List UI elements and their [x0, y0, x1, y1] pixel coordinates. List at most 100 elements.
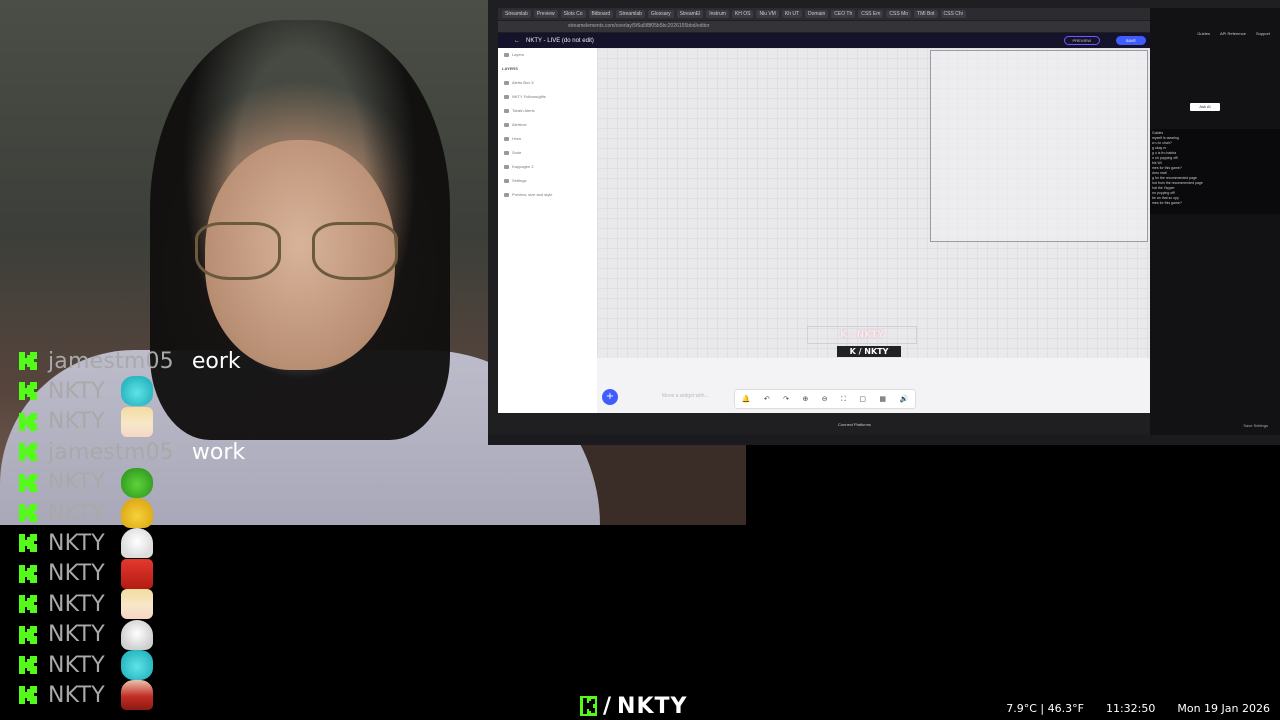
- yellow-bird-emote-icon: [120, 498, 153, 528]
- fullscreen-icon[interactable]: ▢: [859, 395, 866, 403]
- browser-tab[interactable]: Domain: [805, 10, 829, 18]
- browser-tab[interactable]: CSS Em: [858, 10, 884, 18]
- browser-tab[interactable]: Slots Co: [560, 10, 586, 18]
- layer-item[interactable]: Kappagen 2: [498, 160, 597, 174]
- layer-list: Alerts Box 5 NKTY Follows/gifts Totalin Al…: [498, 76, 597, 202]
- logo-widget[interactable]: K / NKTY: [837, 346, 901, 357]
- layer-item[interactable]: Preview, size and style: [498, 188, 597, 202]
- blonde-anime-emote-icon: [120, 406, 153, 437]
- browser-tab[interactable]: Streamlab: [616, 10, 645, 18]
- browser-tab[interactable]: Streamlab: [502, 10, 531, 18]
- kick-badge-icon: [14, 377, 42, 405]
- chat-message: NKTY: [0, 558, 153, 589]
- chat-message: NKTY: [0, 650, 153, 680]
- save-button[interactable]: SAVE: [1115, 36, 1146, 45]
- browser-tab[interactable]: Preview: [533, 10, 558, 18]
- layer-item[interactable]: Alerts Box 5: [498, 76, 597, 90]
- chat-message: NKTY: [0, 528, 153, 559]
- nav-support[interactable]: Support: [1256, 31, 1270, 36]
- docs-nav: Guides API Reference Support: [1197, 31, 1270, 36]
- widget-frame[interactable]: [930, 50, 1148, 242]
- layer-item[interactable]: Alertbox: [498, 118, 597, 132]
- kick-badge-icon: [14, 529, 42, 557]
- browser-tab[interactable]: CSS Chi: [940, 10, 966, 18]
- chat-username: NKTY: [48, 591, 105, 617]
- kick-badge-icon: [14, 621, 42, 649]
- browser-tab[interactable]: CEO Th: [831, 10, 856, 18]
- logo-name: NKTY: [617, 693, 688, 719]
- channel-logo: / NKTY: [580, 692, 687, 720]
- chat-username: jamestm05: [48, 439, 174, 465]
- blonde-anime-emote-icon: [120, 589, 153, 620]
- zoom-out-icon[interactable]: ⊖: [822, 395, 828, 403]
- overlay-title: NKTY - LIVE (do not edit): [526, 37, 594, 44]
- browser-tab[interactable]: KH OS: [731, 10, 754, 18]
- glasses-left-lens: [195, 222, 281, 280]
- browser-tab[interactable]: Kh UT: [781, 10, 803, 18]
- glasses-right-lens: [312, 222, 398, 280]
- chat-message: NKTY: [0, 406, 153, 437]
- zoom-in-icon[interactable]: ⊕: [802, 395, 808, 403]
- date-readout: Mon 19 Jan 2026: [1177, 702, 1270, 715]
- chat-username: NKTY: [48, 622, 105, 648]
- grid-icon[interactable]: ▦: [879, 395, 886, 403]
- address-bar[interactable]: streamelements.com/overlay/5f6a5f8f05b5b…: [498, 21, 1160, 32]
- browser-tab[interactable]: Instrum: [706, 10, 729, 18]
- ask-ai-button[interactable]: Ask AI: [1190, 103, 1220, 111]
- layer-item[interactable]: Hrsw: [498, 132, 597, 146]
- connect-platforms-link[interactable]: Connect Platforms: [838, 422, 898, 427]
- browser-tab[interactable]: TMI Bot: [914, 10, 938, 18]
- docs-chat-list: Guides myself is wearing w u kr chair? g…: [1150, 129, 1280, 214]
- cyan-cat-emote-icon: [120, 376, 153, 407]
- time-readout: 11:32:50: [1105, 702, 1156, 715]
- nav-api-reference[interactable]: API Reference: [1220, 31, 1246, 36]
- layer-item[interactable]: Totalin Alerts: [498, 104, 597, 118]
- layer-item[interactable]: NKTY Follows/gifts: [498, 90, 597, 104]
- cyan-cat-emote-icon: [120, 650, 153, 680]
- layers-header: Layers: [498, 48, 597, 62]
- overlay-canvas[interactable]: K / NKTY K / NKTY: [597, 48, 1150, 358]
- red-figure-emote-icon: [120, 680, 153, 711]
- layer-item[interactable]: Sode: [498, 146, 597, 160]
- chat-message: NKTY: [0, 498, 153, 528]
- undo-icon[interactable]: ↶: [764, 395, 770, 403]
- chat-text: eork: [191, 348, 241, 374]
- editor-hint: Move a widget with...: [662, 393, 709, 399]
- chat-username: NKTY: [48, 378, 105, 404]
- white-ghost-emote-icon: [120, 528, 153, 559]
- chat-username: jamestm05: [48, 348, 174, 374]
- browser-tab[interactable]: Glossary: [647, 10, 674, 18]
- chat-message: NKTY: [0, 376, 153, 407]
- bell-icon[interactable]: 🔔: [742, 395, 751, 403]
- browser-tab[interactable]: StreamEl: [676, 10, 704, 18]
- browser-tab[interactable]: Bitboard: [588, 10, 614, 18]
- browser-tab[interactable]: CSS Mo: [886, 10, 912, 18]
- chat-username: NKTY: [48, 530, 105, 556]
- kick-badge-icon: [14, 590, 42, 618]
- kick-badge-icon: [14, 681, 42, 709]
- sound-icon[interactable]: 🔊: [899, 395, 908, 403]
- fit-icon[interactable]: ⛶: [841, 395, 846, 404]
- logo-widget-ghost[interactable]: K / NKTY: [807, 326, 917, 344]
- redo-icon[interactable]: ↷: [783, 395, 789, 403]
- chat-username: NKTY: [48, 500, 105, 526]
- green-blob-emote-icon: [120, 467, 153, 498]
- kick-badge-icon: [14, 347, 42, 375]
- screen-capture: Streamlab Preview Slots Co Bitboard Streamla…: [488, 0, 1280, 445]
- save-settings-button[interactable]: Save Settings: [1243, 423, 1268, 428]
- chat-message: NKTY: [0, 467, 153, 498]
- kick-badge-icon: [14, 438, 42, 466]
- editor-bottom-area: + Move a widget with... 🔔 ↶ ↷ ⊕ ⊖ ⛶ ▢ ▦ …: [597, 358, 1150, 413]
- preview-button[interactable]: PREVIEW: [1063, 36, 1100, 45]
- browser-tab[interactable]: Nlu VM: [756, 10, 779, 18]
- back-arrow-icon[interactable]: ←: [514, 38, 520, 44]
- layer-item[interactable]: Settings: [498, 174, 597, 188]
- nav-guides[interactable]: Guides: [1197, 31, 1210, 36]
- add-widget-button[interactable]: +: [602, 389, 618, 405]
- editor-toolbar: 🔔 ↶ ↷ ⊕ ⊖ ⛶ ▢ ▦ 🔊: [734, 389, 916, 409]
- chat-username: NKTY: [48, 682, 105, 708]
- kick-badge-icon: [14, 499, 42, 527]
- chat-message: NKTY: [0, 619, 153, 650]
- status-bar: 7.9°C | 46.3°F 11:32:50 Mon 19 Jan 2026: [1006, 702, 1270, 715]
- browser-tab-bar: Streamlab Preview Slots Co Bitboard Streamla…: [498, 8, 1160, 20]
